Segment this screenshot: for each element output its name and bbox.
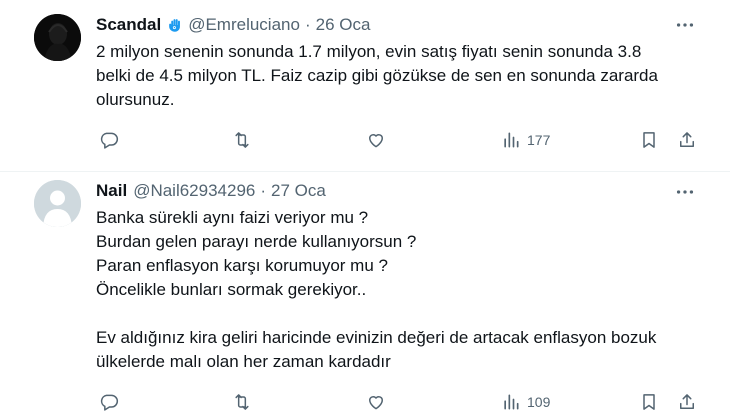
views-count: 109 xyxy=(527,394,551,410)
tweet-2-actions: 109 xyxy=(96,390,696,414)
tweet-1-text: 2 milyon senenin sonunda 1.7 milyon, evi… xyxy=(96,40,716,112)
avatar-scandal[interactable] xyxy=(34,14,81,61)
text-line-blank xyxy=(96,302,716,326)
bookmark-button[interactable] xyxy=(639,390,659,414)
hamsa-icon xyxy=(166,16,184,34)
text-line: olursunuz. xyxy=(96,90,175,109)
text-line: belki de 4.5 milyon TL. Faiz cazip gibi … xyxy=(96,66,658,85)
tweet-date[interactable]: 27 Oca xyxy=(271,181,326,201)
heart-icon xyxy=(369,396,383,410)
repost-icon xyxy=(235,394,249,410)
text-line: Öncelikle bunları sormak gerekiyor.. xyxy=(96,280,367,299)
reply-button[interactable] xyxy=(99,390,119,414)
author-handle[interactable]: @Emreluciano xyxy=(188,15,300,35)
views-button[interactable]: 109 xyxy=(501,390,550,414)
separator-dot: · xyxy=(260,181,267,200)
views-icon xyxy=(504,132,519,148)
text-line: Paran enflasyon karşı korumuyor mu ? xyxy=(96,256,388,275)
bookmark-icon xyxy=(643,394,655,410)
author-handle[interactable]: @Nail62934296 xyxy=(133,181,255,201)
reply-icon xyxy=(100,394,119,411)
separator-dot: · xyxy=(304,15,311,34)
text-line: 2 milyon senenin sonunda 1.7 milyon, evi… xyxy=(96,42,642,61)
text-line: Burdan gelen parayı nerde kullanıyorsun … xyxy=(96,232,417,251)
tweet-1-actions: 177 xyxy=(96,128,696,152)
tweet-date[interactable]: 26 Oca xyxy=(316,15,371,35)
default-avatar-icon xyxy=(34,180,81,227)
reply-button[interactable] xyxy=(99,128,119,152)
bookmark-icon xyxy=(643,132,655,148)
text-line: ülkelerde malı olan her zaman kardadır xyxy=(96,352,391,371)
like-button[interactable] xyxy=(366,128,386,152)
author-name[interactable]: Nail xyxy=(96,181,127,201)
views-button[interactable]: 177 xyxy=(501,128,550,152)
repost-button[interactable] xyxy=(232,390,252,414)
text-line: Banka sürekli aynı faizi veriyor mu ? xyxy=(96,208,369,227)
more-options-icon[interactable] xyxy=(674,14,696,36)
tweet-divider xyxy=(0,171,730,172)
avatar-image xyxy=(34,14,81,61)
tweet-2-text: Banka sürekli aynı faizi veriyor mu ? Bu… xyxy=(96,206,716,374)
share-button[interactable] xyxy=(677,128,697,152)
repost-button[interactable] xyxy=(232,128,252,152)
views-count: 177 xyxy=(527,132,551,148)
like-button[interactable] xyxy=(366,390,386,414)
share-button[interactable] xyxy=(677,390,697,414)
share-icon xyxy=(680,394,694,409)
share-icon xyxy=(680,132,694,147)
avatar-nail[interactable] xyxy=(34,180,81,227)
reply-icon xyxy=(100,132,119,149)
heart-icon xyxy=(369,134,383,148)
bookmark-button[interactable] xyxy=(639,128,659,152)
repost-icon xyxy=(235,132,249,148)
text-line: Ev aldığınız kira geliri haricinde evini… xyxy=(96,328,657,347)
author-name[interactable]: Scandal xyxy=(96,15,161,35)
tweet-1-header: Scandal @Emreluciano · 26 Oca xyxy=(96,14,370,36)
tweet-2-header: Nail @Nail62934296 · 27 Oca xyxy=(96,180,326,202)
more-options-icon[interactable] xyxy=(674,181,696,203)
views-icon xyxy=(504,394,519,410)
